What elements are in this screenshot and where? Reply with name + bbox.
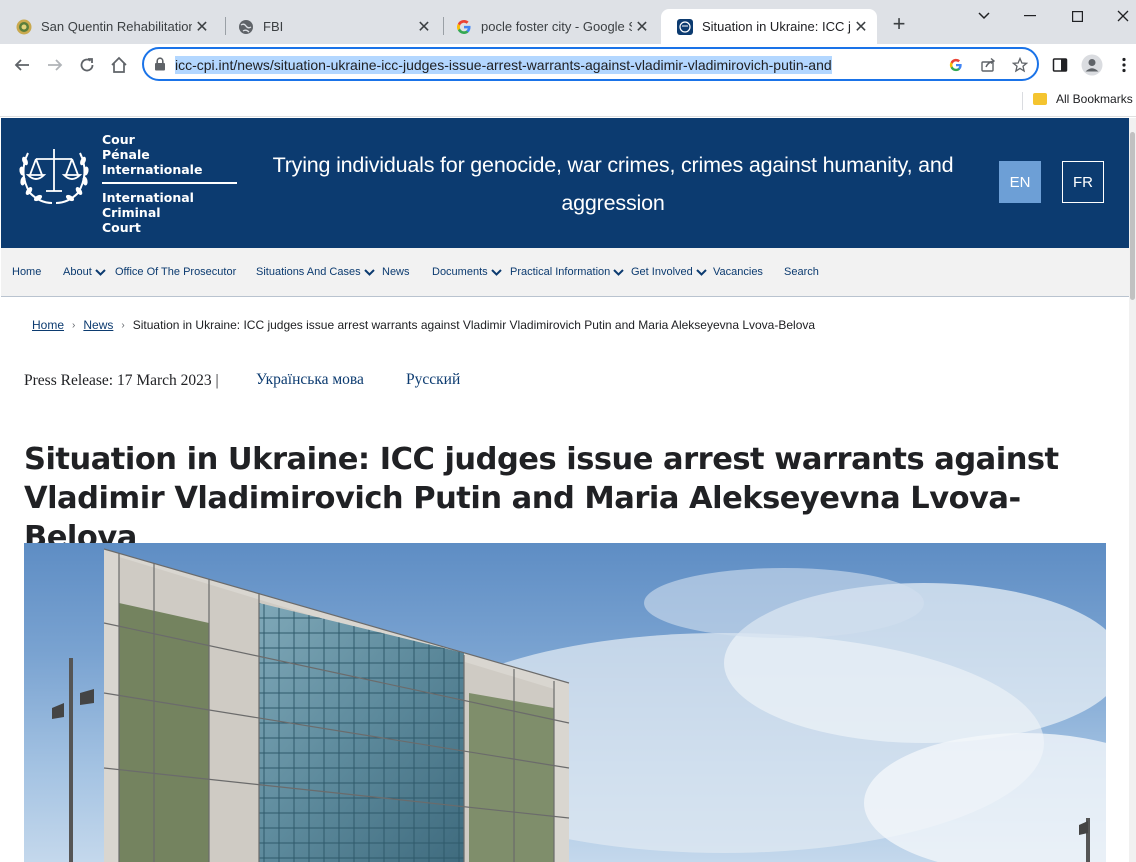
tab-google-search[interactable]: pocle foster city - Google Se ✕ xyxy=(440,9,658,44)
chevron-down-icon xyxy=(696,268,707,276)
bookmarks-divider xyxy=(1022,92,1023,110)
maximize-icon[interactable] xyxy=(1063,5,1091,27)
star-bookmark-icon[interactable] xyxy=(1010,55,1030,75)
chevron-down-icon xyxy=(95,268,106,276)
breadcrumb-current: Situation in Ukraine: ICC judges issue a… xyxy=(132,318,816,332)
tab-icc-active[interactable]: Situation in Ukraine: ICC jud ✕ xyxy=(661,9,877,44)
browser-toolbar: icc-cpi.int/news/situation-ukraine-icc-j… xyxy=(0,44,1136,86)
side-panel-icon[interactable] xyxy=(1048,53,1072,77)
nav-office-of-the-prosecutor[interactable]: Office Of The Prosecutor xyxy=(115,266,236,278)
google-icon xyxy=(457,19,471,34)
all-bookmarks-link[interactable]: All Bookmarks xyxy=(1056,92,1133,106)
folder-icon[interactable] xyxy=(1033,93,1047,105)
kebab-menu-icon[interactable] xyxy=(1112,53,1136,77)
home-icon[interactable] xyxy=(107,53,131,77)
nav-situations-and-cases[interactable]: Situations And Cases xyxy=(256,266,375,278)
article-hero-image xyxy=(24,543,1106,862)
browser-tab-strip: San Quentin Rehabilitation C ✕ FBI ✕ poc… xyxy=(0,0,1136,44)
language-fr-button[interactable]: FR xyxy=(1062,161,1104,203)
chevron-down-icon xyxy=(613,268,624,276)
google-lens-icon[interactable] xyxy=(946,55,966,75)
logo-divider xyxy=(102,182,237,184)
chevron-down-icon xyxy=(363,268,375,276)
page-scrollbar[interactable] xyxy=(1129,118,1136,862)
icc-scales-emblem-icon[interactable] xyxy=(16,145,92,207)
press-release-date: Press Release: 17 March 2023 | xyxy=(24,372,219,389)
breadcrumb-home-link[interactable]: Home xyxy=(32,318,64,332)
seal-favicon-icon xyxy=(16,19,32,34)
bookmarks-bar: All Bookmarks xyxy=(0,86,1136,117)
nav-get-involved[interactable]: Get Involved xyxy=(631,266,707,278)
tab-title: Situation in Ukraine: ICC jud xyxy=(702,19,851,34)
scrollbar-thumb[interactable] xyxy=(1130,132,1135,300)
ukrainian-language-link[interactable]: Українська мова xyxy=(256,371,364,389)
tab-title: FBI xyxy=(263,19,284,34)
close-icon[interactable]: ✕ xyxy=(632,17,652,37)
close-icon[interactable]: ✕ xyxy=(851,17,871,37)
tab-title: pocle foster city - Google Se xyxy=(481,19,632,34)
nav-search[interactable]: Search xyxy=(784,266,819,278)
forward-arrow-icon[interactable] xyxy=(43,53,67,77)
address-bar[interactable]: icc-cpi.int/news/situation-ukraine-icc-j… xyxy=(142,47,1039,81)
article-headline: Situation in Ukraine: ICC judges issue a… xyxy=(24,442,1059,555)
main-navigation: Home About Office Of The Prosecutor Situ… xyxy=(1,248,1129,297)
nav-documents[interactable]: Documents xyxy=(432,266,502,278)
close-icon[interactable]: ✕ xyxy=(414,17,434,37)
icc-building-photo xyxy=(52,548,1106,862)
nav-vacancies[interactable]: Vacancies xyxy=(713,266,763,278)
reload-icon[interactable] xyxy=(75,53,99,77)
close-window-icon[interactable] xyxy=(1109,5,1136,27)
nav-practical-information[interactable]: Practical Information xyxy=(510,266,624,278)
back-arrow-icon[interactable] xyxy=(10,53,34,77)
breadcrumb: Home › News › Situation in Ukraine: ICC … xyxy=(32,318,815,332)
site-header: Cour Pénale Internationale International… xyxy=(1,118,1129,248)
tab-search-chevron-icon[interactable] xyxy=(970,5,998,27)
nav-news[interactable]: News xyxy=(382,266,410,278)
share-icon[interactable] xyxy=(978,55,998,75)
russian-language-link[interactable]: Русский xyxy=(406,371,460,389)
tab-san-quentin[interactable]: San Quentin Rehabilitation C ✕ xyxy=(0,9,218,44)
profile-avatar-icon[interactable] xyxy=(1080,53,1104,77)
logo-name-english[interactable]: International Criminal Court xyxy=(102,190,194,235)
close-icon[interactable]: ✕ xyxy=(192,17,212,37)
site-tagline: Trying individuals for genocide, war cri… xyxy=(272,153,954,215)
tab-fbi[interactable]: FBI ✕ xyxy=(222,9,440,44)
nav-home[interactable]: Home xyxy=(12,266,41,278)
tab-title: San Quentin Rehabilitation C xyxy=(41,19,192,34)
chevron-down-icon xyxy=(490,268,502,276)
minimize-icon[interactable] xyxy=(1016,5,1044,27)
breadcrumb-news-link[interactable]: News xyxy=(83,318,113,332)
new-tab-button[interactable]: + xyxy=(888,13,910,36)
icc-favicon-icon xyxy=(677,18,693,35)
url-text[interactable]: icc-cpi.int/news/situation-ukraine-icc-j… xyxy=(175,56,832,74)
lock-icon xyxy=(155,57,165,71)
chevron-right-icon: › xyxy=(72,319,76,331)
globe-icon xyxy=(239,19,253,34)
chevron-right-icon: › xyxy=(121,319,125,331)
language-en-button[interactable]: EN xyxy=(999,161,1041,203)
logo-name-french[interactable]: Cour Pénale Internationale xyxy=(102,132,202,177)
nav-about[interactable]: About xyxy=(63,266,106,278)
